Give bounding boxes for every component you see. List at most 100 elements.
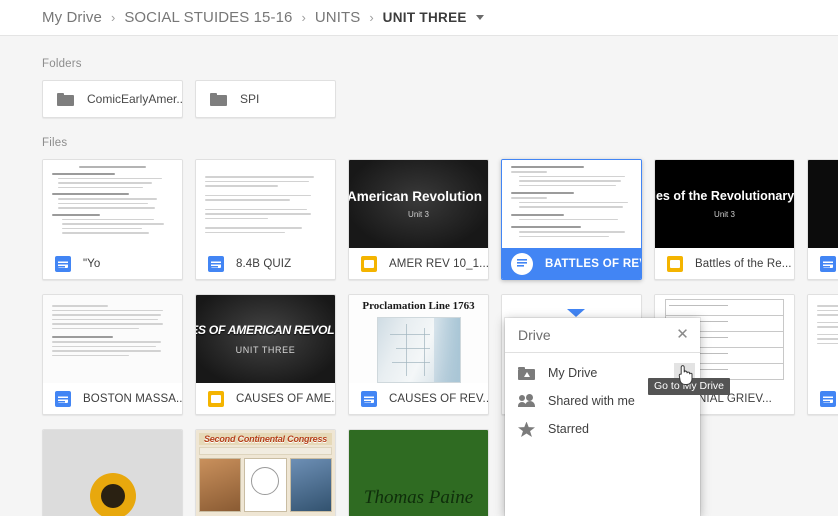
slide-preview: American Revolution Unit 3: [349, 160, 488, 248]
drive-folder-icon: [518, 366, 536, 381]
google-slides-icon: [667, 255, 683, 272]
comic-panel: [289, 458, 332, 512]
slide-title: Thomas Paine: [363, 486, 474, 508]
file-card-partial-right-row2[interactable]: [807, 294, 838, 415]
file-card-8-4b-quiz[interactable]: 8.4B QUIZ: [195, 159, 336, 280]
file-card-battles-of-the-re[interactable]: Battles of the Revolutionary War Unit 3 …: [654, 159, 795, 280]
file-thumbnail: American Revolution Unit 3: [349, 160, 488, 249]
slide-subtitle: Unit 3: [714, 210, 735, 219]
slide-preview: [808, 160, 838, 248]
document-preview: [196, 160, 335, 248]
breadcrumb-item-units[interactable]: UNITS: [315, 9, 361, 26]
file-card-boston-massa[interactable]: BOSTON MASSA...: [42, 294, 183, 415]
comic-panel: [199, 458, 242, 512]
google-docs-icon: [511, 252, 533, 275]
folder-icon: [57, 92, 74, 106]
file-card-footer: CAUSES OF REV...: [349, 383, 488, 414]
google-docs-icon: [820, 255, 836, 272]
file-thumbnail: [43, 160, 182, 249]
file-card-yo[interactable]: "Yo: [42, 159, 183, 280]
file-card-footer: 8.4B QUIZ: [196, 248, 335, 279]
chevron-down-icon[interactable]: [475, 15, 484, 20]
breadcrumb-item-social-stuides[interactable]: SOCIAL STUIDES 15-16: [124, 9, 292, 26]
breadcrumb-separator: ›: [369, 10, 374, 25]
file-card-footer: [808, 248, 838, 279]
slide-subtitle: Unit 3: [408, 210, 429, 219]
file-card-causes-of-ame[interactable]: CAUSES OF AMERICAN REVOLUTION UNIT THREE…: [195, 294, 336, 415]
map-image: [376, 317, 461, 383]
files-row: BOSTON MASSA... CAUSES OF AMERICAN REVOL…: [42, 294, 838, 415]
breadcrumb-item-my-drive[interactable]: My Drive: [42, 9, 102, 26]
file-name: "Yo: [83, 257, 101, 270]
file-thumbnail: CAUSES OF AMERICAN REVOLUTION UNIT THREE: [196, 295, 335, 384]
file-name: CAUSES OF REV...: [389, 392, 488, 405]
slide-preview: Thomas Paine: [349, 430, 488, 516]
file-name: BOSTON MASSA...: [83, 392, 182, 405]
file-card-amer-rev-10-1[interactable]: American Revolution Unit 3 AMER REV 10_1…: [348, 159, 489, 280]
file-name: 8.4B QUIZ: [236, 257, 292, 270]
file-card-causes-of-rev[interactable]: Proclamation Line 1763 CAUSES OF REV...: [348, 294, 489, 415]
folder-card-comic-early-amer[interactable]: ComicEarlyAmer...: [42, 80, 183, 118]
file-name: Battles of the Re...: [695, 257, 792, 270]
file-thumbnail: [196, 160, 335, 249]
file-thumbnail: [808, 295, 838, 384]
document-preview: [502, 160, 641, 248]
file-card-row3-yellow-circle[interactable]: [42, 429, 183, 516]
folder-icon: [210, 92, 227, 106]
folders-row: ComicEarlyAmer... SPI: [42, 80, 838, 118]
dialog-header: Drive ✕: [505, 318, 700, 353]
comic-panel: [244, 458, 287, 512]
file-card-battles-of-rev-selected[interactable]: BATTLES OF REV...: [501, 159, 642, 280]
file-card-footer: CAUSES OF AME...: [196, 383, 335, 414]
thumbnail-title: Proclamation Line 1763: [362, 300, 475, 312]
files-row: Second Continental Congress Thomas Paine: [42, 429, 838, 516]
selection-caret-icon: [567, 309, 585, 317]
file-card-footer: AMER REV 10_1...: [349, 248, 488, 279]
file-name: BATTLES OF REV...: [545, 257, 641, 270]
google-docs-icon: [208, 255, 224, 272]
file-thumbnail: [808, 160, 838, 249]
slide-title: Battles of the Revolutionary War: [655, 189, 794, 203]
file-card-row3-thomas-paine[interactable]: Thomas Paine: [348, 429, 489, 516]
document-preview: Proclamation Line 1763: [349, 295, 488, 383]
dialog-item-label: Starred: [548, 422, 589, 436]
file-name: AMER REV 10_1...: [389, 257, 488, 270]
folder-name: SPI: [240, 92, 260, 106]
file-card-footer: "Yo: [43, 248, 182, 279]
slide-preview: Battles of the Revolutionary War Unit 3: [655, 160, 794, 248]
document-preview: [43, 295, 182, 383]
dialog-title: Drive: [518, 327, 551, 343]
folder-card-spi[interactable]: SPI: [195, 80, 336, 118]
slide-title: CAUSES OF AMERICAN REVOLUTION: [196, 324, 335, 337]
google-docs-icon: [361, 390, 377, 407]
file-card-partial-right[interactable]: [807, 159, 838, 280]
file-thumbnail: Thomas Paine: [349, 430, 488, 516]
file-thumbnail: [43, 430, 182, 516]
document-preview: [808, 295, 838, 383]
files-section-label: Files: [42, 137, 68, 149]
image-preview: [43, 430, 182, 516]
file-thumbnail: Battles of the Revolutionary War Unit 3: [655, 160, 794, 249]
yellow-circle-shape: [89, 472, 136, 516]
breadcrumb-item-unit-three[interactable]: UNIT THREE: [383, 10, 467, 25]
file-name: CAUSES OF AME...: [236, 392, 335, 405]
comic-title: Second Continental Congress: [199, 433, 332, 445]
people-icon: [518, 393, 536, 409]
file-card-footer: Battles of the Re...: [655, 248, 794, 279]
dialog-item-label: Shared with me: [548, 394, 635, 408]
google-docs-icon: [55, 390, 71, 407]
comic-preview: Second Continental Congress: [196, 430, 335, 516]
google-slides-icon: [208, 390, 224, 407]
file-thumbnail: [502, 160, 641, 249]
slide-subtitle: UNIT THREE: [235, 344, 296, 355]
breadcrumb-separator: ›: [301, 10, 306, 25]
file-card-footer: [808, 383, 838, 414]
dialog-item-starred[interactable]: Starred: [505, 415, 700, 443]
file-thumbnail: Proclamation Line 1763: [349, 295, 488, 384]
star-icon: [518, 421, 536, 438]
document-preview: [43, 160, 182, 248]
file-card-row3-comic[interactable]: Second Continental Congress: [195, 429, 336, 516]
file-thumbnail: [43, 295, 182, 384]
file-card-footer: BOSTON MASSA...: [43, 383, 182, 414]
close-icon[interactable]: ✕: [675, 327, 690, 342]
